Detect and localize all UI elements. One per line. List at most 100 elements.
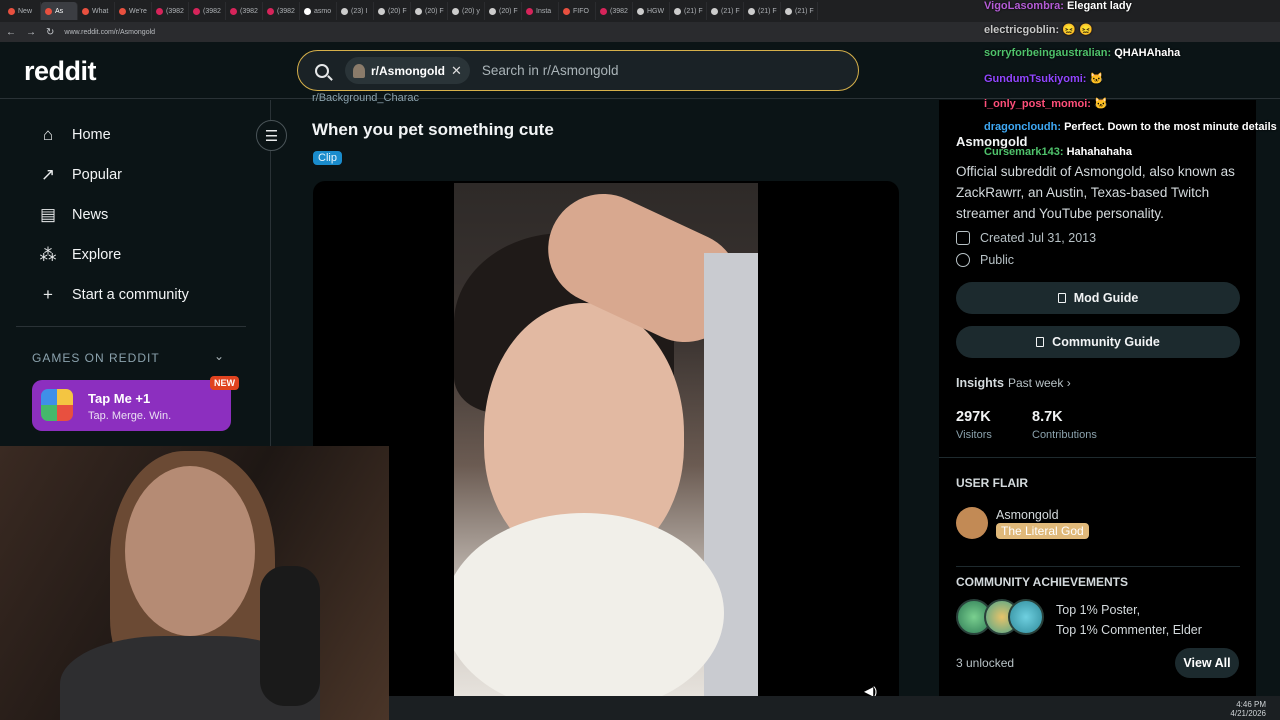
sidebar-item-explore[interactable]: ⁂ Explore <box>38 245 122 265</box>
sidebar-item-label: Home <box>72 127 111 143</box>
browser-tab[interactable]: (3982 <box>226 2 263 20</box>
browser-tab[interactable]: (3982 <box>189 2 226 20</box>
chat-text: Elegant lady <box>1066 0 1132 12</box>
url-text[interactable]: www.reddit.com/r/Asmongold <box>64 29 155 36</box>
chat-username: sorryforbeingaustralian: <box>984 47 1112 59</box>
browser-tab[interactable]: (20) F <box>411 2 448 20</box>
chat-username: Cursemark143: <box>984 146 1064 158</box>
achievements-heading: COMMUNITY ACHIEVEMENTS <box>956 575 1129 589</box>
emote-icon: 🐱 <box>1089 73 1104 85</box>
tab-label: (21) F <box>795 7 814 15</box>
reload-icon[interactable]: ↻ <box>46 27 54 38</box>
browser-tab[interactable]: (3982 <box>152 2 189 20</box>
view-all-button[interactable]: View All <box>1175 648 1239 678</box>
tab-favicon-icon <box>415 7 422 15</box>
system-tray-clock[interactable]: 4:46 PM 4/21/2026 <box>1230 700 1266 718</box>
video-frame <box>454 183 758 696</box>
tab-favicon-icon <box>600 7 607 15</box>
browser-tab[interactable]: What <box>78 2 115 20</box>
news-icon: ▤ <box>39 205 57 224</box>
browser-tab[interactable]: (23) I <box>337 2 374 20</box>
browser-tab[interactable]: asmo <box>300 2 337 20</box>
home-icon: ⌂ <box>42 125 54 144</box>
emote-icon: 😖 😖 <box>1062 24 1093 36</box>
tab-favicon-icon <box>8 7 15 15</box>
post-subreddit[interactable]: r/Background_Charac <box>312 92 419 104</box>
explore-icon: ⁂ <box>39 245 57 264</box>
avatar[interactable] <box>956 507 988 539</box>
tab-label: (3982 <box>277 7 295 15</box>
tab-label: New <box>18 7 33 15</box>
sidebar-item-home[interactable]: ⌂ Home <box>38 125 111 145</box>
insights-heading: Insights <box>956 376 1004 390</box>
browser-tab[interactable]: (20) F <box>485 2 522 20</box>
tab-favicon-icon <box>193 7 200 15</box>
close-icon[interactable]: ✕ <box>451 63 462 79</box>
emote-icon: 🐱 <box>1094 98 1108 110</box>
divider <box>939 457 1256 458</box>
browser-tab[interactable]: We're <box>115 2 152 20</box>
sidebar-item-news[interactable]: ▤ News <box>38 205 108 225</box>
tab-label: (20) y <box>462 7 480 15</box>
browser-tab[interactable]: As <box>41 2 78 20</box>
visitors-label: Visitors <box>956 429 992 441</box>
reddit-logo[interactable]: reddit <box>24 56 97 87</box>
tab-label: (20) F <box>425 7 444 15</box>
mod-guide-label: Mod Guide <box>1073 291 1139 305</box>
chat-message: electricgoblin: 😖 😖 <box>984 23 1093 36</box>
subreddit-search-chip[interactable]: r/Asmongold ✕ <box>345 57 470 84</box>
post-flair[interactable]: Clip <box>313 151 342 165</box>
game-card-tap-me[interactable]: Tap Me +1 Tap. Merge. Win. NEW <box>32 376 239 431</box>
browser-tab[interactable]: FIFO <box>559 2 596 20</box>
os-taskbar: 4:46 PM 4/21/2026 <box>389 696 1280 720</box>
tab-favicon-icon <box>230 7 237 15</box>
tab-favicon-icon <box>785 7 792 15</box>
tab-label: As <box>55 7 64 15</box>
chat-message: Cursemark143: Hahahahaha <box>984 146 1132 158</box>
browser-tab[interactable]: (3982 <box>596 2 633 20</box>
user-flair-tag[interactable]: The Literal God <box>996 523 1089 539</box>
chevron-down-icon[interactable]: ⌄ <box>214 349 224 363</box>
tab-favicon-icon <box>637 7 644 15</box>
video-scarf <box>454 513 724 696</box>
forward-icon[interactable]: → <box>26 27 36 38</box>
search-bar[interactable]: r/Asmongold ✕ Search in r/Asmongold <box>297 50 859 91</box>
browser-tab[interactable]: (3982 <box>263 2 300 20</box>
mod-guide-button[interactable]: Mod Guide <box>956 282 1240 314</box>
browser-tab[interactable]: (20) F <box>374 2 411 20</box>
sidebar-item-start-community[interactable]: + Start a community <box>38 285 189 305</box>
tab-favicon-icon <box>674 7 681 15</box>
achievement-badge-icon[interactable] <box>1008 599 1044 635</box>
back-icon[interactable]: ← <box>6 27 16 38</box>
browser-tab[interactable]: (21) F <box>781 2 818 20</box>
browser-tab[interactable]: HGW <box>633 2 670 20</box>
post-title[interactable]: When you pet something cute <box>312 120 554 140</box>
search-input[interactable]: Search in r/Asmongold <box>482 63 619 78</box>
browser-tab[interactable]: New <box>4 2 41 20</box>
browser-tab[interactable]: (21) F <box>707 2 744 20</box>
game-icon <box>41 389 73 421</box>
collapse-sidebar-button[interactable]: ☰ <box>256 120 287 151</box>
tab-label: Insta <box>536 7 552 15</box>
clock-time: 4:46 PM <box>1236 700 1266 709</box>
browser-tab[interactable]: (21) F <box>670 2 707 20</box>
menu-icon: ☰ <box>264 127 279 145</box>
webcam-face <box>125 466 255 636</box>
tab-label: (23) I <box>351 7 368 15</box>
browser-tab[interactable]: (21) F <box>744 2 781 20</box>
community-guide-button[interactable]: Community Guide <box>956 326 1240 358</box>
tab-label: (3982 <box>166 7 184 15</box>
sidebar-item-popular[interactable]: ↗ Popular <box>38 165 122 185</box>
browser-tab[interactable]: (20) y <box>448 2 485 20</box>
browser-tab[interactable]: Insta <box>522 2 559 20</box>
visitors-value: 297K <box>956 409 991 425</box>
tab-label: (20) F <box>388 7 407 15</box>
created-date: Created Jul 31, 2013 <box>956 231 1096 245</box>
games-heading[interactable]: GAMES ON REDDIT <box>32 351 160 365</box>
volume-icon[interactable]: ◀) <box>864 684 884 696</box>
game-subtitle: Tap. Merge. Win. <box>88 410 172 422</box>
video-player[interactable]: ◀) <box>313 181 899 696</box>
tab-favicon-icon <box>489 7 496 15</box>
search-chip-label: r/Asmongold <box>371 63 445 78</box>
insights-period[interactable]: Past week › <box>1008 376 1071 390</box>
